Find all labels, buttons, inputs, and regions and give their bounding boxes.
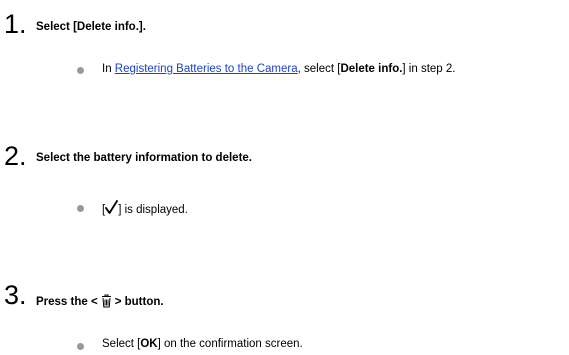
bullet-text-bold: Delete info.	[340, 63, 403, 75]
trash-icon	[100, 293, 113, 311]
bullet-text-prefix: In	[102, 63, 115, 75]
bullet-dot	[77, 343, 84, 350]
bullet-text: In Registering Batteries to the Camera, …	[102, 63, 455, 75]
bullet-dot	[77, 205, 84, 212]
bullet-dot	[77, 67, 84, 74]
bullet-text-suffix: ] on the confirmation screen.	[157, 338, 303, 350]
step-heading-after: > button.	[114, 296, 164, 308]
bullet-text-prefix: Select [	[102, 338, 141, 350]
step-heading: Select the battery information to delete…	[36, 152, 252, 164]
registering-batteries-link[interactable]: Registering Batteries to the Camera	[115, 63, 298, 75]
bullet-text-close: ] is displayed.	[118, 204, 188, 216]
check-icon	[105, 200, 119, 218]
step-heading: Select [Delete info.].	[36, 21, 146, 33]
bullet-text-middle: , select [	[297, 63, 341, 75]
step-number: 3.	[4, 280, 27, 310]
bullet-text-suffix: ] in step 2.	[402, 63, 456, 75]
step-heading: Press the < > button.	[36, 293, 164, 311]
bullet-text: Select [OK] on the confirmation screen.	[102, 338, 303, 350]
bullet-text: [] is displayed.	[102, 200, 188, 218]
step-number: 2.	[4, 141, 27, 171]
step-heading-before: Press the <	[36, 296, 98, 308]
step-number: 1.	[4, 9, 27, 39]
bullet-text-bold: OK	[140, 338, 158, 350]
